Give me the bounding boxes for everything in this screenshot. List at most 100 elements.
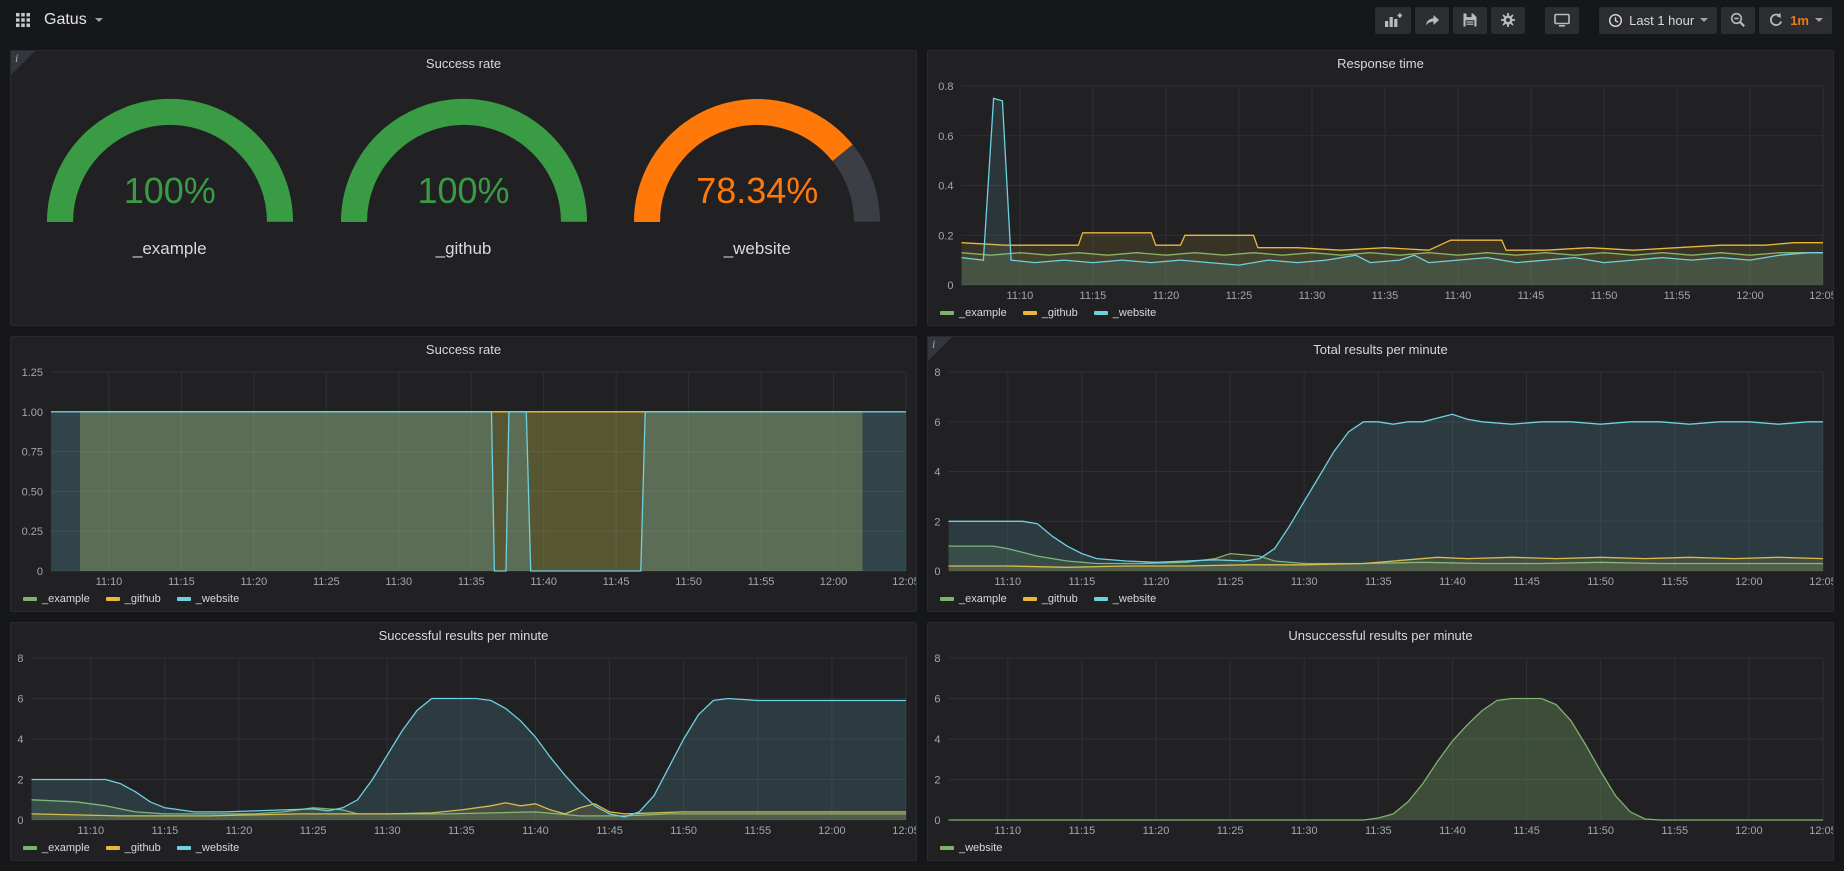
- share-button[interactable]: [1415, 7, 1449, 34]
- legend-series-name: _github: [125, 593, 161, 605]
- chevron-down-icon: [95, 18, 103, 22]
- gauge-value: 78.34%: [622, 170, 892, 212]
- legend: _example _github _website: [11, 840, 916, 860]
- legend-series-marker: [177, 597, 191, 601]
- clock-icon: [1608, 13, 1623, 28]
- save-icon: [1462, 12, 1478, 28]
- panel-title[interactable]: Success rate: [11, 51, 916, 76]
- legend-item[interactable]: _website: [177, 842, 239, 854]
- gauge-arc: [622, 86, 892, 236]
- gauge-label: _example: [35, 239, 305, 259]
- gauge-example: 100%_example: [35, 86, 305, 259]
- svg-text:11:15: 11:15: [152, 825, 179, 837]
- svg-text:11:45: 11:45: [1518, 290, 1545, 302]
- dashboard-picker[interactable]: Gatus: [38, 7, 109, 33]
- panel-title[interactable]: Successful results per minute: [11, 623, 916, 648]
- svg-text:11:55: 11:55: [744, 825, 771, 837]
- panel-success-rate-graph: Success rate 11:1011:1511:2011:2511:3011…: [10, 336, 917, 612]
- svg-text:11:10: 11:10: [994, 576, 1021, 588]
- panel-successful-results: Successful results per minute 11:1011:15…: [10, 622, 917, 861]
- info-icon[interactable]: i: [11, 51, 35, 75]
- svg-text:11:15: 11:15: [1080, 290, 1107, 302]
- svg-text:12:00: 12:00: [818, 825, 846, 837]
- dashboard-grid: i Success rate 100%_example100%_github78…: [0, 40, 1844, 871]
- time-range-picker[interactable]: Last 1 hour: [1599, 7, 1717, 34]
- svg-text:0: 0: [947, 280, 953, 292]
- legend-series-marker: [940, 597, 954, 601]
- svg-text:8: 8: [934, 653, 940, 665]
- svg-text:6: 6: [17, 694, 23, 706]
- legend-item[interactable]: _github: [1023, 593, 1078, 605]
- legend-item[interactable]: _website: [1094, 593, 1156, 605]
- gear-icon: [1500, 12, 1516, 28]
- refresh-picker[interactable]: 1m: [1759, 7, 1832, 34]
- svg-text:11:45: 11:45: [1513, 825, 1540, 837]
- legend-item[interactable]: _github: [106, 593, 161, 605]
- refresh-icon: [1768, 12, 1784, 28]
- panel-title-text: Unsuccessful results per minute: [1288, 628, 1472, 643]
- chart-plot[interactable]: 11:1011:1511:2011:2511:3011:3511:4011:45…: [11, 648, 916, 840]
- panel-title[interactable]: Total results per minute: [928, 337, 1833, 362]
- svg-text:11:20: 11:20: [241, 576, 268, 588]
- svg-text:11:45: 11:45: [1513, 576, 1540, 588]
- svg-text:0.25: 0.25: [22, 526, 43, 538]
- svg-text:11:35: 11:35: [1372, 290, 1399, 302]
- svg-text:11:20: 11:20: [1143, 576, 1170, 588]
- svg-text:11:50: 11:50: [1587, 825, 1614, 837]
- svg-text:11:55: 11:55: [1664, 290, 1691, 302]
- panel-title[interactable]: Response time: [928, 51, 1833, 76]
- legend-item[interactable]: _example: [23, 593, 90, 605]
- cycle-view-button[interactable]: [1545, 7, 1579, 34]
- svg-text:8: 8: [17, 653, 23, 665]
- svg-text:11:35: 11:35: [1365, 576, 1392, 588]
- legend-item[interactable]: _website: [940, 842, 1002, 854]
- chart-plot[interactable]: 11:1011:1511:2011:2511:3011:3511:4011:45…: [11, 362, 916, 591]
- svg-text:11:25: 11:25: [1217, 576, 1244, 588]
- chart-plot[interactable]: 11:1011:1511:2011:2511:3011:3511:4011:45…: [928, 648, 1833, 840]
- chart-plot[interactable]: 11:1011:1511:2011:2511:3011:3511:4011:45…: [928, 76, 1833, 305]
- settings-button[interactable]: [1491, 7, 1525, 34]
- legend-series-name: _example: [959, 307, 1007, 319]
- apps-menu-button[interactable]: [12, 9, 34, 31]
- save-button[interactable]: [1453, 7, 1487, 34]
- legend-item[interactable]: _github: [106, 842, 161, 854]
- panel-unsuccessful-results: Unsuccessful results per minute 11:1011:…: [927, 622, 1834, 861]
- gauge-label: _website: [622, 239, 892, 259]
- svg-text:11:25: 11:25: [1226, 290, 1253, 302]
- legend-item[interactable]: _website: [1094, 307, 1156, 319]
- legend-series-name: _website: [959, 842, 1002, 854]
- legend-item[interactable]: _github: [1023, 307, 1078, 319]
- svg-text:0.4: 0.4: [938, 181, 953, 193]
- legend-item[interactable]: _example: [940, 593, 1007, 605]
- legend-item[interactable]: _example: [23, 842, 90, 854]
- svg-text:0.75: 0.75: [22, 447, 43, 459]
- svg-text:0.2: 0.2: [938, 230, 953, 242]
- svg-text:11:40: 11:40: [1445, 290, 1472, 302]
- legend-series-marker: [23, 846, 37, 850]
- legend-item[interactable]: _website: [177, 593, 239, 605]
- zoom-out-button[interactable]: [1721, 7, 1755, 34]
- svg-text:0: 0: [934, 815, 940, 827]
- svg-text:11:50: 11:50: [1591, 290, 1618, 302]
- svg-text:1.00: 1.00: [22, 407, 43, 419]
- svg-text:11:40: 11:40: [530, 576, 557, 588]
- chart-plot[interactable]: 11:1011:1511:2011:2511:3011:3511:4011:45…: [928, 362, 1833, 591]
- svg-text:4: 4: [934, 734, 940, 746]
- chevron-down-icon: [1815, 18, 1823, 22]
- svg-text:11:45: 11:45: [596, 825, 623, 837]
- add-panel-button[interactable]: [1375, 7, 1411, 34]
- panel-title[interactable]: Success rate: [11, 337, 916, 362]
- legend-series-name: _example: [42, 842, 90, 854]
- svg-text:0: 0: [934, 566, 940, 578]
- panel-title[interactable]: Unsuccessful results per minute: [928, 623, 1833, 648]
- gauge-label: _github: [329, 239, 599, 259]
- svg-text:0: 0: [17, 815, 23, 827]
- svg-text:11:40: 11:40: [1439, 825, 1466, 837]
- legend-series-name: _website: [196, 593, 239, 605]
- svg-text:0.8: 0.8: [938, 81, 953, 93]
- info-icon[interactable]: i: [928, 337, 952, 361]
- gauges-row: 100%_example100%_github78.34%_website: [11, 76, 916, 325]
- svg-text:11:55: 11:55: [1661, 576, 1688, 588]
- svg-text:6: 6: [934, 694, 940, 706]
- legend-item[interactable]: _example: [940, 307, 1007, 319]
